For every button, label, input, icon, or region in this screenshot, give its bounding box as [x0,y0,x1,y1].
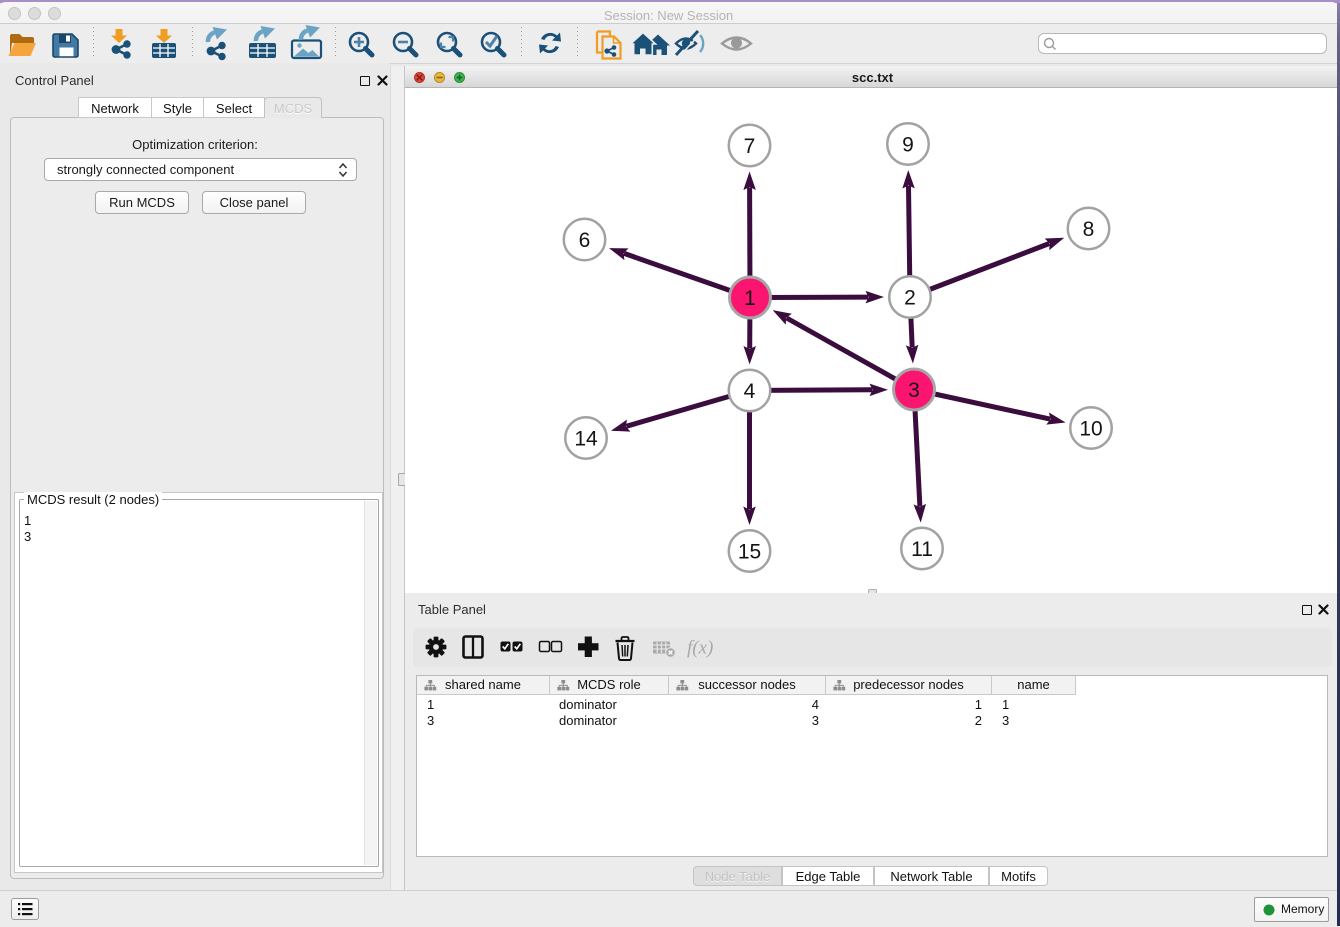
svg-text:10: 10 [1079,418,1102,441]
svg-text:8: 8 [1083,218,1095,241]
svg-text:11: 11 [911,538,933,561]
svg-text:15: 15 [738,541,761,564]
svg-text:1: 1 [744,287,756,310]
svg-text:3: 3 [908,379,920,402]
svg-text:6: 6 [579,229,591,252]
svg-text:7: 7 [744,135,756,158]
svg-text:4: 4 [744,380,756,403]
svg-text:f(x): f(x) [687,638,713,659]
svg-text:9: 9 [902,134,914,157]
svg-text:14: 14 [574,428,598,451]
svg-text:2: 2 [904,287,916,310]
